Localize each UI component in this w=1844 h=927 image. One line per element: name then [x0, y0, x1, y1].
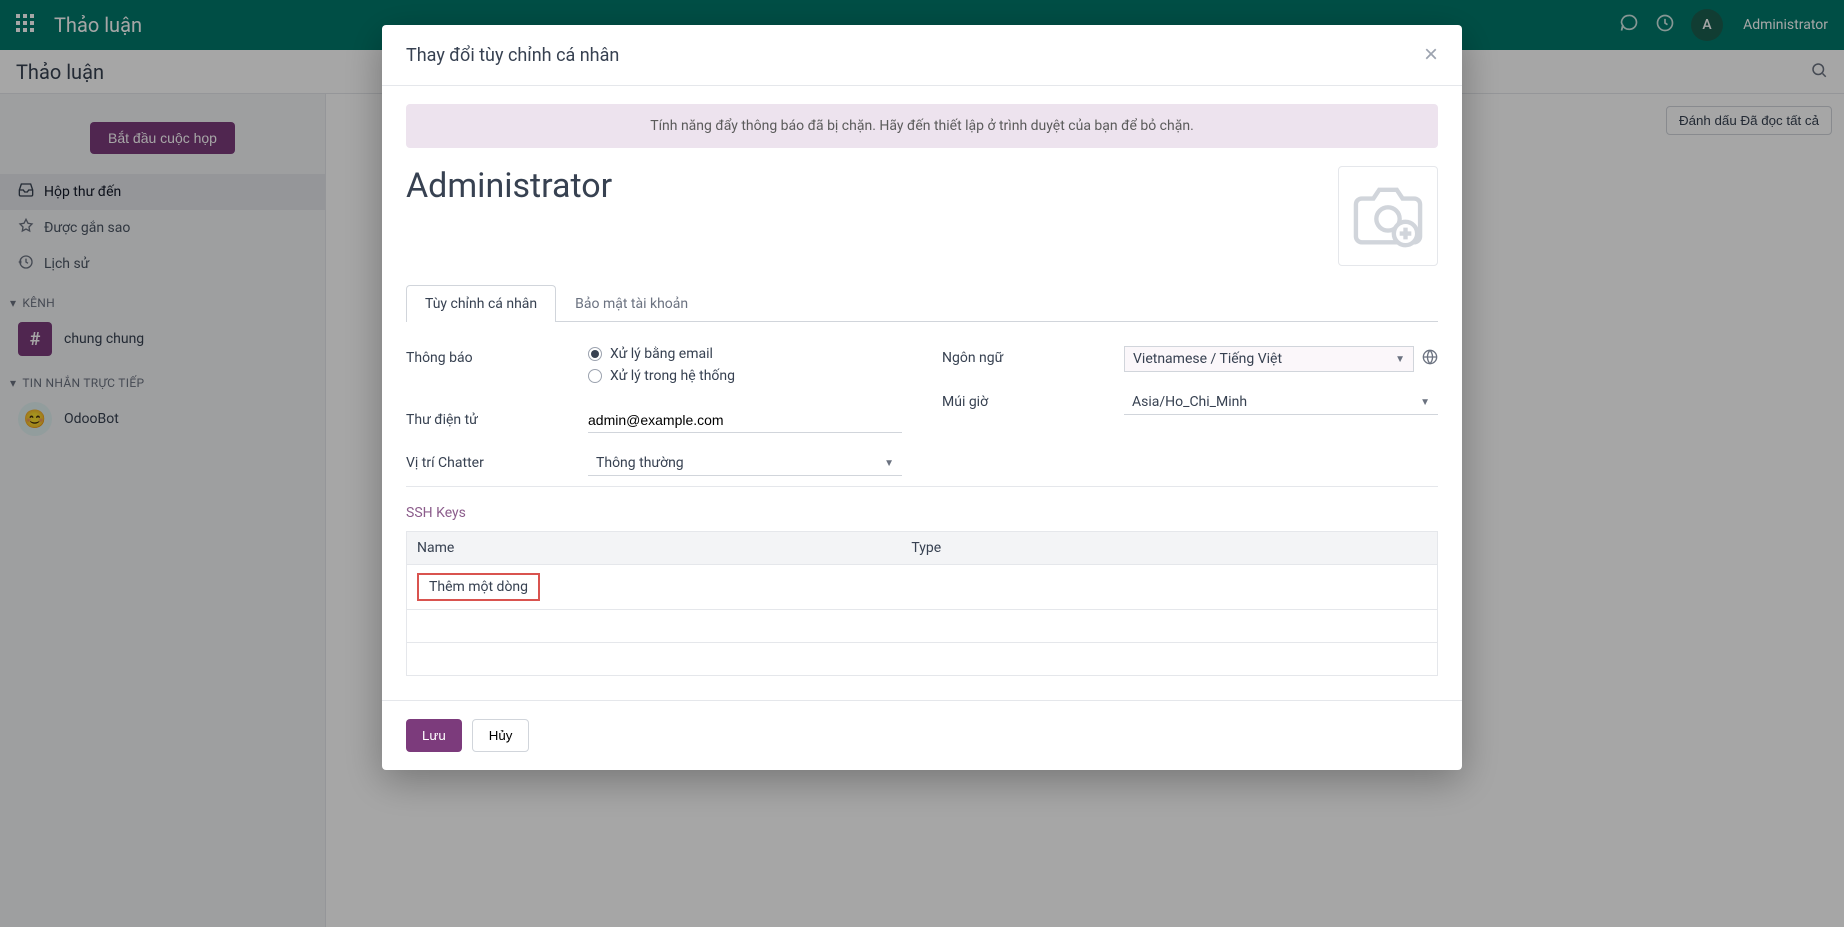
close-button[interactable]: ×: [1424, 43, 1438, 67]
label-email: Thư điện tử: [406, 408, 576, 428]
radio-notif-system[interactable]: Xử lý trong hệ thống: [588, 368, 902, 384]
save-button[interactable]: Lưu: [406, 719, 462, 752]
ssh-keys-heading: SSH Keys: [406, 505, 1438, 521]
radio-icon: [588, 369, 602, 383]
label-timezone: Múi giờ: [942, 390, 1112, 410]
chevron-down-icon: ▼: [1420, 397, 1430, 408]
timezone-select[interactable]: Asia/Ho_Chi_Minh ▼: [1124, 390, 1438, 415]
language-select[interactable]: Vietnamese / Tiếng Việt ▼: [1124, 346, 1414, 372]
radio-icon: [588, 347, 602, 361]
col-type: Type: [901, 532, 1397, 565]
ssh-keys-table: Name Type Thêm một dòng: [406, 531, 1438, 676]
user-display-name: Administrator: [406, 166, 612, 206]
modal-overlay: Thay đổi tùy chỉnh cá nhân × Tính năng đ…: [0, 0, 1844, 927]
tab-preferences[interactable]: Tùy chỉnh cá nhân: [406, 285, 556, 322]
email-field[interactable]: [588, 408, 902, 433]
chatter-position-select[interactable]: Thông thường ▼: [588, 451, 902, 476]
add-line-button[interactable]: Thêm một dòng: [417, 573, 540, 601]
radio-notif-email[interactable]: Xử lý bằng email: [588, 346, 902, 362]
cancel-button[interactable]: Hủy: [472, 719, 530, 752]
globe-icon[interactable]: [1422, 349, 1438, 369]
chevron-down-icon: ▼: [884, 458, 894, 469]
modal-title: Thay đổi tùy chỉnh cá nhân: [406, 45, 619, 66]
col-name: Name: [407, 532, 902, 565]
label-chatter-pos: Vị trí Chatter: [406, 451, 576, 471]
push-blocked-alert: Tính năng đẩy thông báo đã bị chặn. Hãy …: [406, 104, 1438, 148]
preferences-modal: Thay đổi tùy chỉnh cá nhân × Tính năng đ…: [382, 25, 1462, 770]
label-language: Ngôn ngữ: [942, 346, 1112, 366]
label-notification: Thông báo: [406, 346, 576, 366]
chevron-down-icon: ▼: [1395, 354, 1405, 365]
tab-security[interactable]: Bảo mật tài khoản: [556, 285, 707, 322]
tabs: Tùy chỉnh cá nhân Bảo mật tài khoản: [406, 284, 1438, 322]
avatar-upload[interactable]: [1338, 166, 1438, 266]
